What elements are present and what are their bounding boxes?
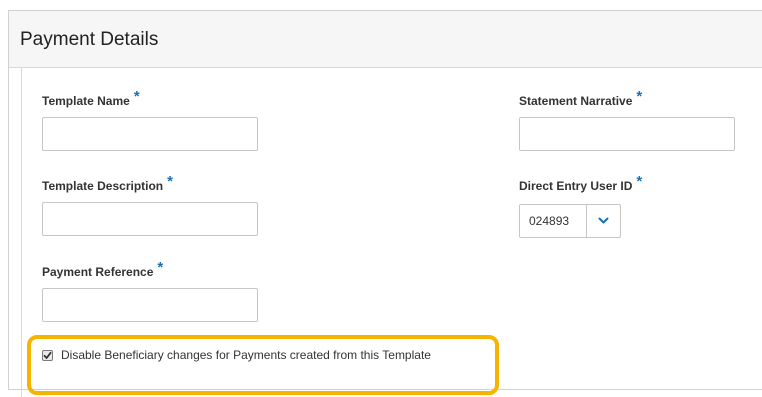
template-name-label-text: Template Name [42, 94, 130, 108]
direct-entry-user-id-label-text: Direct Entry User ID [519, 179, 633, 193]
panel-header: Payment Details [9, 11, 762, 68]
panel-title: Payment Details [20, 29, 159, 50]
payment-reference-input[interactable] [42, 288, 258, 322]
disable-beneficiary-changes-checkbox[interactable] [42, 349, 53, 361]
chevron-down-icon [598, 217, 609, 224]
required-marker: * [636, 88, 643, 105]
checkmark-icon [43, 351, 52, 359]
template-name-input[interactable] [42, 117, 258, 151]
required-marker: * [157, 259, 164, 276]
payment-reference-label: Payment Reference * [42, 259, 163, 280]
statement-narrative-label: Statement Narrative * [519, 88, 642, 109]
required-marker: * [133, 88, 140, 105]
disable-beneficiary-changes-row[interactable]: Disable Beneficiary changes for Payments… [42, 348, 431, 362]
disable-beneficiary-changes-label: Disable Beneficiary changes for Payments… [61, 348, 431, 362]
template-name-label: Template Name * [42, 88, 140, 109]
dropdown-button[interactable] [586, 205, 620, 237]
payment-reference-label-text: Payment Reference [42, 265, 154, 279]
inner-border [21, 67, 22, 397]
direct-entry-user-id-label: Direct Entry User ID * [519, 173, 642, 194]
statement-narrative-label-text: Statement Narrative [519, 94, 633, 108]
highlight-annotation [27, 335, 499, 395]
required-marker: * [636, 173, 643, 190]
required-marker: * [167, 173, 173, 190]
select-value: 024893 [529, 214, 570, 228]
template-description-label: Template Description * [42, 173, 173, 194]
template-description-input[interactable] [42, 202, 258, 236]
statement-narrative-input[interactable] [519, 117, 735, 151]
direct-entry-user-id-select[interactable]: 024893 [519, 204, 621, 238]
template-description-label-text: Template Description [42, 179, 164, 193]
payment-details-panel: Payment Details Template Name * Template … [8, 10, 762, 397]
